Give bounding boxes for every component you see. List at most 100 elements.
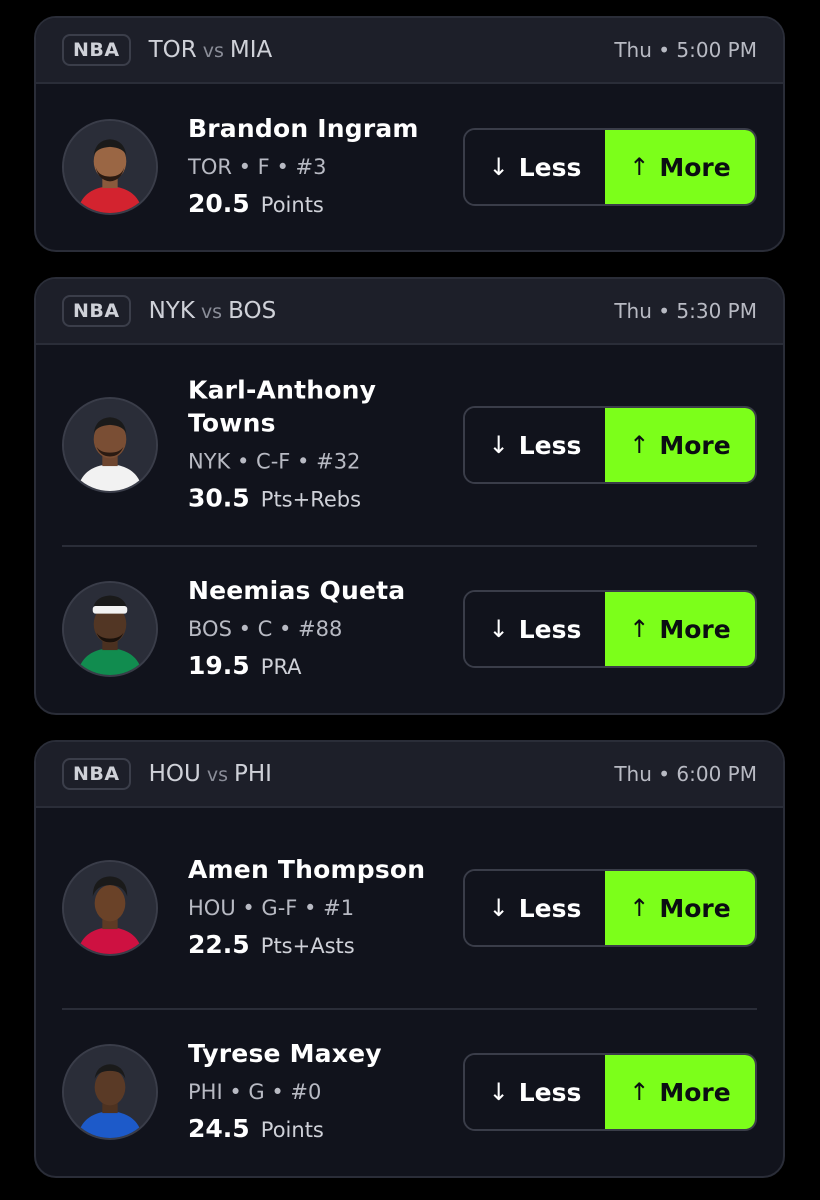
player-prop-row: Neemias Queta BOS • C • #88 19.5 PRA ↓ L… [62, 545, 757, 711]
vs-label: vs [202, 40, 224, 62]
line-stat: Points [260, 193, 324, 217]
more-label: More [659, 430, 731, 460]
player-info: Amen Thompson HOU • G-F • #1 22.5 Pts+As… [188, 853, 438, 963]
player-prop-row: Tyrese Maxey PHI • G • #0 24.5 Points ↓ … [62, 1008, 757, 1174]
arrow-down-icon: ↓ [488, 153, 509, 181]
player-name: Brandon Ingram [188, 114, 419, 143]
more-label: More [659, 1077, 731, 1107]
player-info: Tyrese Maxey PHI • G • #0 24.5 Points [188, 1037, 438, 1147]
game-header: NBA HOU vs PHI Thu • 6:00 PM [36, 742, 783, 808]
player-name: Karl-Anthony Towns [188, 375, 377, 438]
more-button[interactable]: ↑ More [605, 408, 755, 482]
more-button[interactable]: ↑ More [605, 1055, 755, 1129]
league-badge: NBA [62, 295, 131, 327]
more-label: More [659, 614, 731, 644]
player-name: Amen Thompson [188, 855, 426, 884]
game-header: NBA NYK vs BOS Thu • 5:30 PM [36, 279, 783, 345]
game-time: Thu • 5:00 PM [614, 38, 757, 62]
player-meta: HOU • G-F • #1 [188, 896, 355, 920]
player-avatar [62, 1044, 158, 1140]
player-headshot-icon [64, 121, 156, 213]
away-team: HOU [148, 761, 201, 787]
less-button[interactable]: ↓ Less [465, 1055, 605, 1129]
player-avatar [62, 581, 158, 677]
game-header: NBA TOR vs MIA Thu • 5:00 PM [36, 18, 783, 84]
game-card: NBA NYK vs BOS Thu • 5:30 PM Karl-Anthon… [34, 277, 785, 715]
projection-line: 19.5 PRA [188, 651, 438, 684]
line-stat: Points [260, 1118, 324, 1142]
player-meta: PHI • G • #0 [188, 1080, 322, 1104]
more-button[interactable]: ↑ More [605, 871, 755, 945]
player-headshot-icon [64, 1046, 156, 1138]
player-info: Brandon Ingram TOR • F • #3 20.5 Points [188, 112, 438, 222]
player-avatar [62, 397, 158, 493]
home-team: PHI [233, 761, 272, 787]
props-feed: NBA TOR vs MIA Thu • 5:00 PM Brandon Ing… [0, 0, 820, 1200]
vs-label: vs [206, 764, 228, 786]
player-headshot-icon [64, 399, 156, 491]
projection-line: 24.5 Points [188, 1114, 438, 1147]
more-label: More [659, 893, 731, 923]
less-button[interactable]: ↓ Less [465, 130, 605, 204]
player-prop-row: Amen Thompson HOU • G-F • #1 22.5 Pts+As… [36, 808, 783, 1008]
player-meta: TOR • F • #3 [188, 155, 327, 179]
pick-toggle: ↓ Less ↑ More [463, 590, 757, 668]
line-value: 24.5 [188, 1114, 250, 1143]
game-time: Thu • 5:30 PM [614, 299, 757, 323]
player-prop-row: Brandon Ingram TOR • F • #3 20.5 Points … [36, 84, 783, 250]
matchup: NYK vs BOS [149, 298, 277, 324]
arrow-up-icon: ↑ [629, 431, 650, 459]
player-headshot-icon [64, 862, 156, 954]
matchup: TOR vs MIA [149, 37, 273, 63]
projection-line: 22.5 Pts+Asts [188, 930, 438, 963]
pick-toggle: ↓ Less ↑ More [463, 1053, 757, 1131]
more-button[interactable]: ↑ More [605, 592, 755, 666]
line-stat: Pts+Rebs [260, 487, 362, 512]
player-meta: BOS • C • #88 [188, 617, 343, 641]
arrow-down-icon: ↓ [488, 894, 509, 922]
line-stat: PRA [260, 655, 302, 679]
line-value: 30.5 [188, 483, 250, 513]
arrow-up-icon: ↑ [629, 1078, 650, 1106]
away-team: TOR [148, 37, 197, 63]
arrow-up-icon: ↑ [629, 894, 650, 922]
player-avatar [62, 860, 158, 956]
player-name: Neemias Queta [188, 576, 406, 605]
game-time: Thu • 6:00 PM [614, 762, 757, 786]
vs-label: vs [200, 301, 223, 323]
player-prop-row: Karl-Anthony Towns NYK • C-F • #32 30.5 … [36, 345, 783, 545]
player-avatar [62, 119, 158, 215]
player-info: Karl-Anthony Towns NYK • C-F • #32 30.5 … [188, 374, 438, 517]
arrow-down-icon: ↓ [488, 431, 509, 459]
arrow-down-icon: ↓ [488, 1078, 509, 1106]
league-badge: NBA [62, 34, 131, 66]
game-card: NBA TOR vs MIA Thu • 5:00 PM Brandon Ing… [34, 16, 785, 252]
arrow-up-icon: ↑ [629, 153, 650, 181]
pick-toggle: ↓ Less ↑ More [463, 128, 757, 206]
less-label: Less [518, 1077, 582, 1107]
less-button[interactable]: ↓ Less [465, 871, 605, 945]
home-team: BOS [228, 298, 277, 324]
line-value: 19.5 [188, 651, 250, 680]
more-button[interactable]: ↑ More [605, 130, 755, 204]
home-team: MIA [229, 37, 273, 63]
pick-toggle: ↓ Less ↑ More [463, 869, 757, 947]
pick-toggle: ↓ Less ↑ More [463, 406, 757, 484]
arrow-up-icon: ↑ [629, 615, 650, 643]
game-card: NBA HOU vs PHI Thu • 6:00 PM Amen Thomps… [34, 740, 785, 1178]
player-name: Tyrese Maxey [188, 1039, 382, 1068]
line-stat: Pts+Asts [260, 934, 355, 958]
arrow-down-icon: ↓ [488, 615, 509, 643]
line-value: 22.5 [188, 930, 250, 959]
projection-line: 20.5 Points [188, 189, 438, 222]
league-badge: NBA [62, 758, 131, 790]
less-label: Less [518, 430, 582, 460]
less-label: Less [518, 893, 582, 923]
less-button[interactable]: ↓ Less [465, 408, 605, 482]
less-button[interactable]: ↓ Less [465, 592, 605, 666]
matchup: HOU vs PHI [149, 761, 272, 787]
player-info: Neemias Queta BOS • C • #88 19.5 PRA [188, 574, 438, 684]
less-label: Less [518, 614, 582, 644]
player-headshot-icon [64, 583, 156, 675]
away-team: NYK [148, 298, 195, 324]
